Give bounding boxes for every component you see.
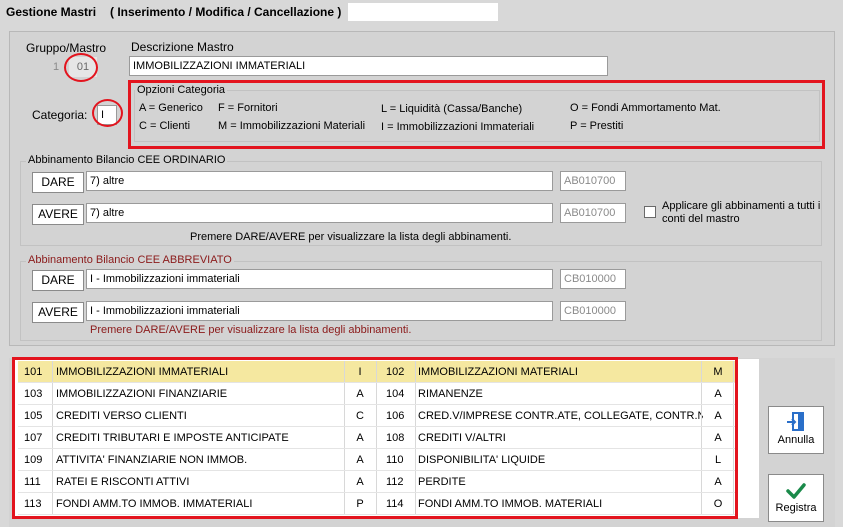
gruppo-field[interactable]: 1 [49, 58, 63, 76]
descrizione-input[interactable]: IMMOBILIZZAZIONI IMMATERIALI [129, 56, 608, 76]
cee-abbreviato-dare-button[interactable]: DARE [32, 270, 84, 291]
opzione-i: I = Immobilizzazioni Immateriali [381, 121, 535, 133]
cee-abbreviato-avere-button[interactable]: AVERE [32, 302, 84, 323]
cee-abbreviato-avere-code: CB010000 [560, 301, 626, 321]
cee-ordinario-dare-desc[interactable]: 7) altre [86, 171, 553, 191]
exit-door-icon [787, 412, 804, 431]
checkmark-icon [786, 483, 806, 499]
applica-abbinamenti-checkbox[interactable] [644, 206, 656, 218]
descrizione-label: Descrizione Mastro [131, 40, 234, 54]
window-subtitle: ( Inserimento / Modifica / Cancellazione… [110, 5, 342, 19]
window-title: Gestione Mastri [6, 5, 97, 19]
cee-abbreviato-dare-desc[interactable]: I - Immobilizzazioni immateriali [86, 269, 553, 289]
annulla-button[interactable]: Annulla [768, 406, 824, 454]
cee-ordinario-avere-code: AB010700 [560, 203, 626, 223]
cee-ordinario-hint: Premere DARE/AVERE per visualizzare la l… [190, 231, 512, 243]
gruppo-mastro-label: Gruppo/Mastro [26, 41, 107, 55]
opzioni-categoria-group [134, 90, 820, 142]
categoria-label: Categoria: [32, 108, 88, 122]
mastri-table-highlight [12, 357, 738, 519]
annulla-label: Annulla [777, 434, 815, 446]
cee-ordinario-avere-button[interactable]: AVERE [32, 204, 84, 225]
opzione-l: L = Liquidità (Cassa/Banche) [381, 103, 523, 115]
title-field [348, 3, 498, 21]
registra-button[interactable]: Registra [768, 474, 824, 522]
opzione-a: A = Generico [139, 102, 203, 114]
cee-abbreviato-dare-code: CB010000 [560, 269, 626, 289]
categoria-highlight-circle [92, 99, 123, 127]
cee-abbreviato-hint: Premere DARE/AVERE per visualizzare la l… [90, 324, 412, 336]
registra-label: Registra [775, 502, 817, 514]
opzioni-categoria-title: Opzioni Categoria [135, 84, 228, 96]
opzione-m: M = Immobilizzazioni Materiali [218, 120, 366, 132]
opzione-o: O = Fondi Ammortamento Mat. [570, 102, 721, 114]
opzione-f: F = Fornitori [218, 102, 278, 114]
mastro-highlight-circle [64, 53, 98, 82]
cee-ordinario-dare-button[interactable]: DARE [32, 172, 84, 193]
cee-ordinario-dare-code: AB010700 [560, 171, 626, 191]
opzione-p: P = Prestiti [570, 120, 624, 132]
applica-abbinamenti-label: Applicare gli abbinamenti a tutti i cont… [662, 200, 821, 225]
cee-abbreviato-avere-desc[interactable]: I - Immobilizzazioni immateriali [86, 301, 553, 321]
opzione-c: C = Clienti [139, 120, 191, 132]
cee-abbreviato-title: Abbinamento Bilancio CEE ABBREVIATO [26, 254, 234, 266]
cee-ordinario-title: Abbinamento Bilancio CEE ORDINARIO [26, 154, 228, 166]
cee-ordinario-avere-desc[interactable]: 7) altre [86, 203, 553, 223]
